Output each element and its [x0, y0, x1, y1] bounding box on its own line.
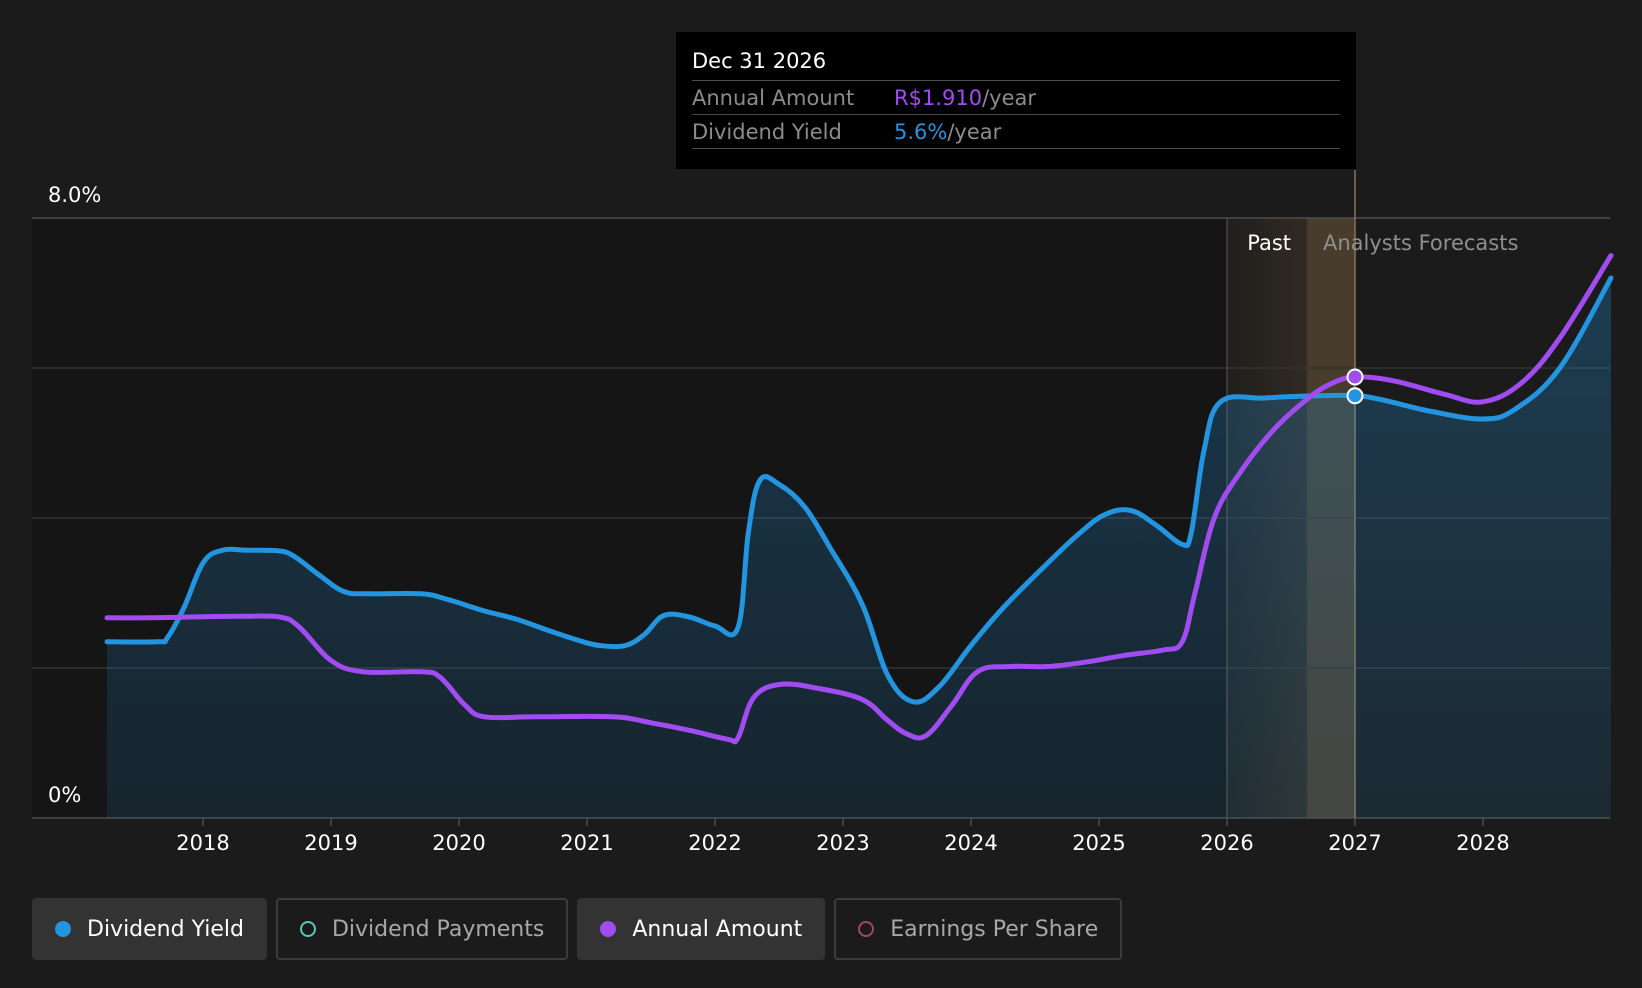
- hollow-circle-icon: [858, 921, 875, 937]
- legend-label: Dividend Payments: [331, 916, 545, 942]
- tooltip-value-annual-amount: R$1.910: [894, 86, 983, 110]
- filled-circle-icon: [600, 921, 617, 937]
- legend-item-dividend-payments[interactable]: Dividend Payments: [275, 898, 569, 960]
- legend-item-earnings-per-share[interactable]: Earnings Per Share: [834, 898, 1123, 960]
- legend-label: Dividend Yield: [87, 916, 244, 942]
- x-tick-label: 2023: [816, 831, 869, 855]
- legend-item-dividend-yield[interactable]: Dividend Yield: [32, 898, 267, 960]
- hollow-circle-icon: [299, 921, 316, 937]
- dividend-yield-marker: [1346, 387, 1364, 405]
- annual-amount-marker: [1346, 368, 1364, 386]
- tooltip-date: Dec 31 2026: [692, 46, 1340, 81]
- y-tick-label: 0%: [48, 783, 81, 807]
- x-tick-label: 2028: [1456, 831, 1509, 855]
- tooltip-label: Annual Amount: [692, 86, 855, 110]
- y-tick-label: 8.0%: [48, 183, 101, 207]
- x-tick-label: 2021: [560, 831, 613, 855]
- x-tick-label: 2027: [1328, 831, 1381, 855]
- x-tick-label: 2019: [304, 831, 357, 855]
- x-tick-label: 2024: [944, 831, 997, 855]
- past-label: Past: [1247, 231, 1291, 255]
- tooltip-row-dividend-yield: Dividend Yield 5.6% /year: [692, 115, 1340, 149]
- x-tick-label: 2022: [688, 831, 741, 855]
- tooltip-label: Dividend Yield: [692, 120, 842, 144]
- tooltip-row-annual-amount: Annual Amount R$1.910 /year: [692, 81, 1340, 115]
- tooltip: Dec 31 2026 Annual Amount R$1.910 /year …: [676, 32, 1356, 169]
- tooltip-unit: /year: [947, 120, 1002, 144]
- tooltip-value-dividend-yield: 5.6%: [894, 120, 948, 144]
- legend-label: Annual Amount: [632, 916, 803, 942]
- tooltip-unit: /year: [982, 86, 1037, 110]
- legend-label: Earnings Per Share: [890, 916, 1099, 942]
- x-tick-label: 2020: [432, 831, 485, 855]
- x-tick-label: 2025: [1072, 831, 1125, 855]
- forecast-label: Analysts Forecasts: [1323, 231, 1518, 255]
- x-tick-label: 2018: [176, 831, 229, 855]
- x-tick-label: 2026: [1200, 831, 1253, 855]
- legend-item-annual-amount[interactable]: Annual Amount: [577, 898, 826, 960]
- legend: Dividend Yield Dividend Payments Annual …: [32, 898, 1123, 960]
- filled-circle-icon: [55, 921, 71, 937]
